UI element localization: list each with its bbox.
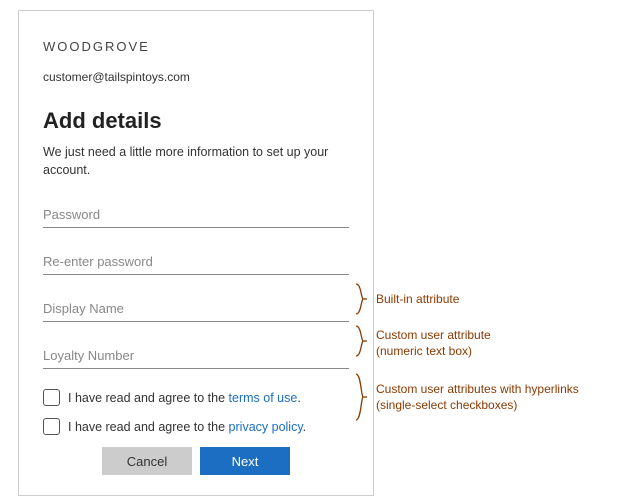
- brand-name: WOODGROVE: [43, 39, 349, 54]
- annotation-custom-numeric-l1: Custom user attribute: [376, 328, 491, 344]
- terms-consent-row: I have read and agree to the terms of us…: [43, 389, 349, 406]
- terms-consent-text: I have read and agree to the terms of us…: [68, 391, 301, 405]
- annotation-custom-checkboxes-l1: Custom user attributes with hyperlinks: [376, 382, 579, 398]
- terms-prefix: I have read and agree to the: [68, 391, 229, 405]
- privacy-prefix: I have read and agree to the: [68, 420, 229, 434]
- brace-icon: [355, 283, 371, 315]
- button-row: Cancel Next: [43, 447, 349, 475]
- privacy-policy-link[interactable]: privacy policy: [229, 420, 303, 434]
- terms-checkbox[interactable]: [43, 389, 60, 406]
- account-email: customer@tailspintoys.com: [43, 70, 349, 84]
- annotation-custom-numeric: Custom user attribute (numeric text box): [376, 328, 491, 359]
- terms-of-use-link[interactable]: terms of use: [229, 391, 298, 405]
- signup-card: WOODGROVE customer@tailspintoys.com Add …: [18, 10, 374, 496]
- annotation-custom-checkboxes: Custom user attributes with hyperlinks (…: [376, 382, 579, 413]
- privacy-consent-text: I have read and agree to the privacy pol…: [68, 420, 306, 434]
- display-name-field[interactable]: [43, 295, 349, 322]
- page-title: Add details: [43, 108, 349, 134]
- annotation-custom-checkboxes-l2: (single-select checkboxes): [376, 398, 579, 414]
- cancel-button[interactable]: Cancel: [102, 447, 192, 475]
- privacy-consent-row: I have read and agree to the privacy pol…: [43, 418, 349, 435]
- reenter-password-field[interactable]: [43, 248, 349, 275]
- next-button[interactable]: Next: [200, 447, 290, 475]
- privacy-checkbox[interactable]: [43, 418, 60, 435]
- page-subtext: We just need a little more information t…: [43, 144, 349, 179]
- privacy-period: .: [303, 420, 306, 434]
- brace-icon: [355, 373, 371, 421]
- password-field[interactable]: [43, 201, 349, 228]
- terms-period: .: [297, 391, 300, 405]
- annotation-builtin: Built-in attribute: [376, 292, 459, 308]
- brace-icon: [355, 325, 371, 357]
- annotation-custom-numeric-l2: (numeric text box): [376, 344, 491, 360]
- loyalty-number-field[interactable]: [43, 342, 349, 369]
